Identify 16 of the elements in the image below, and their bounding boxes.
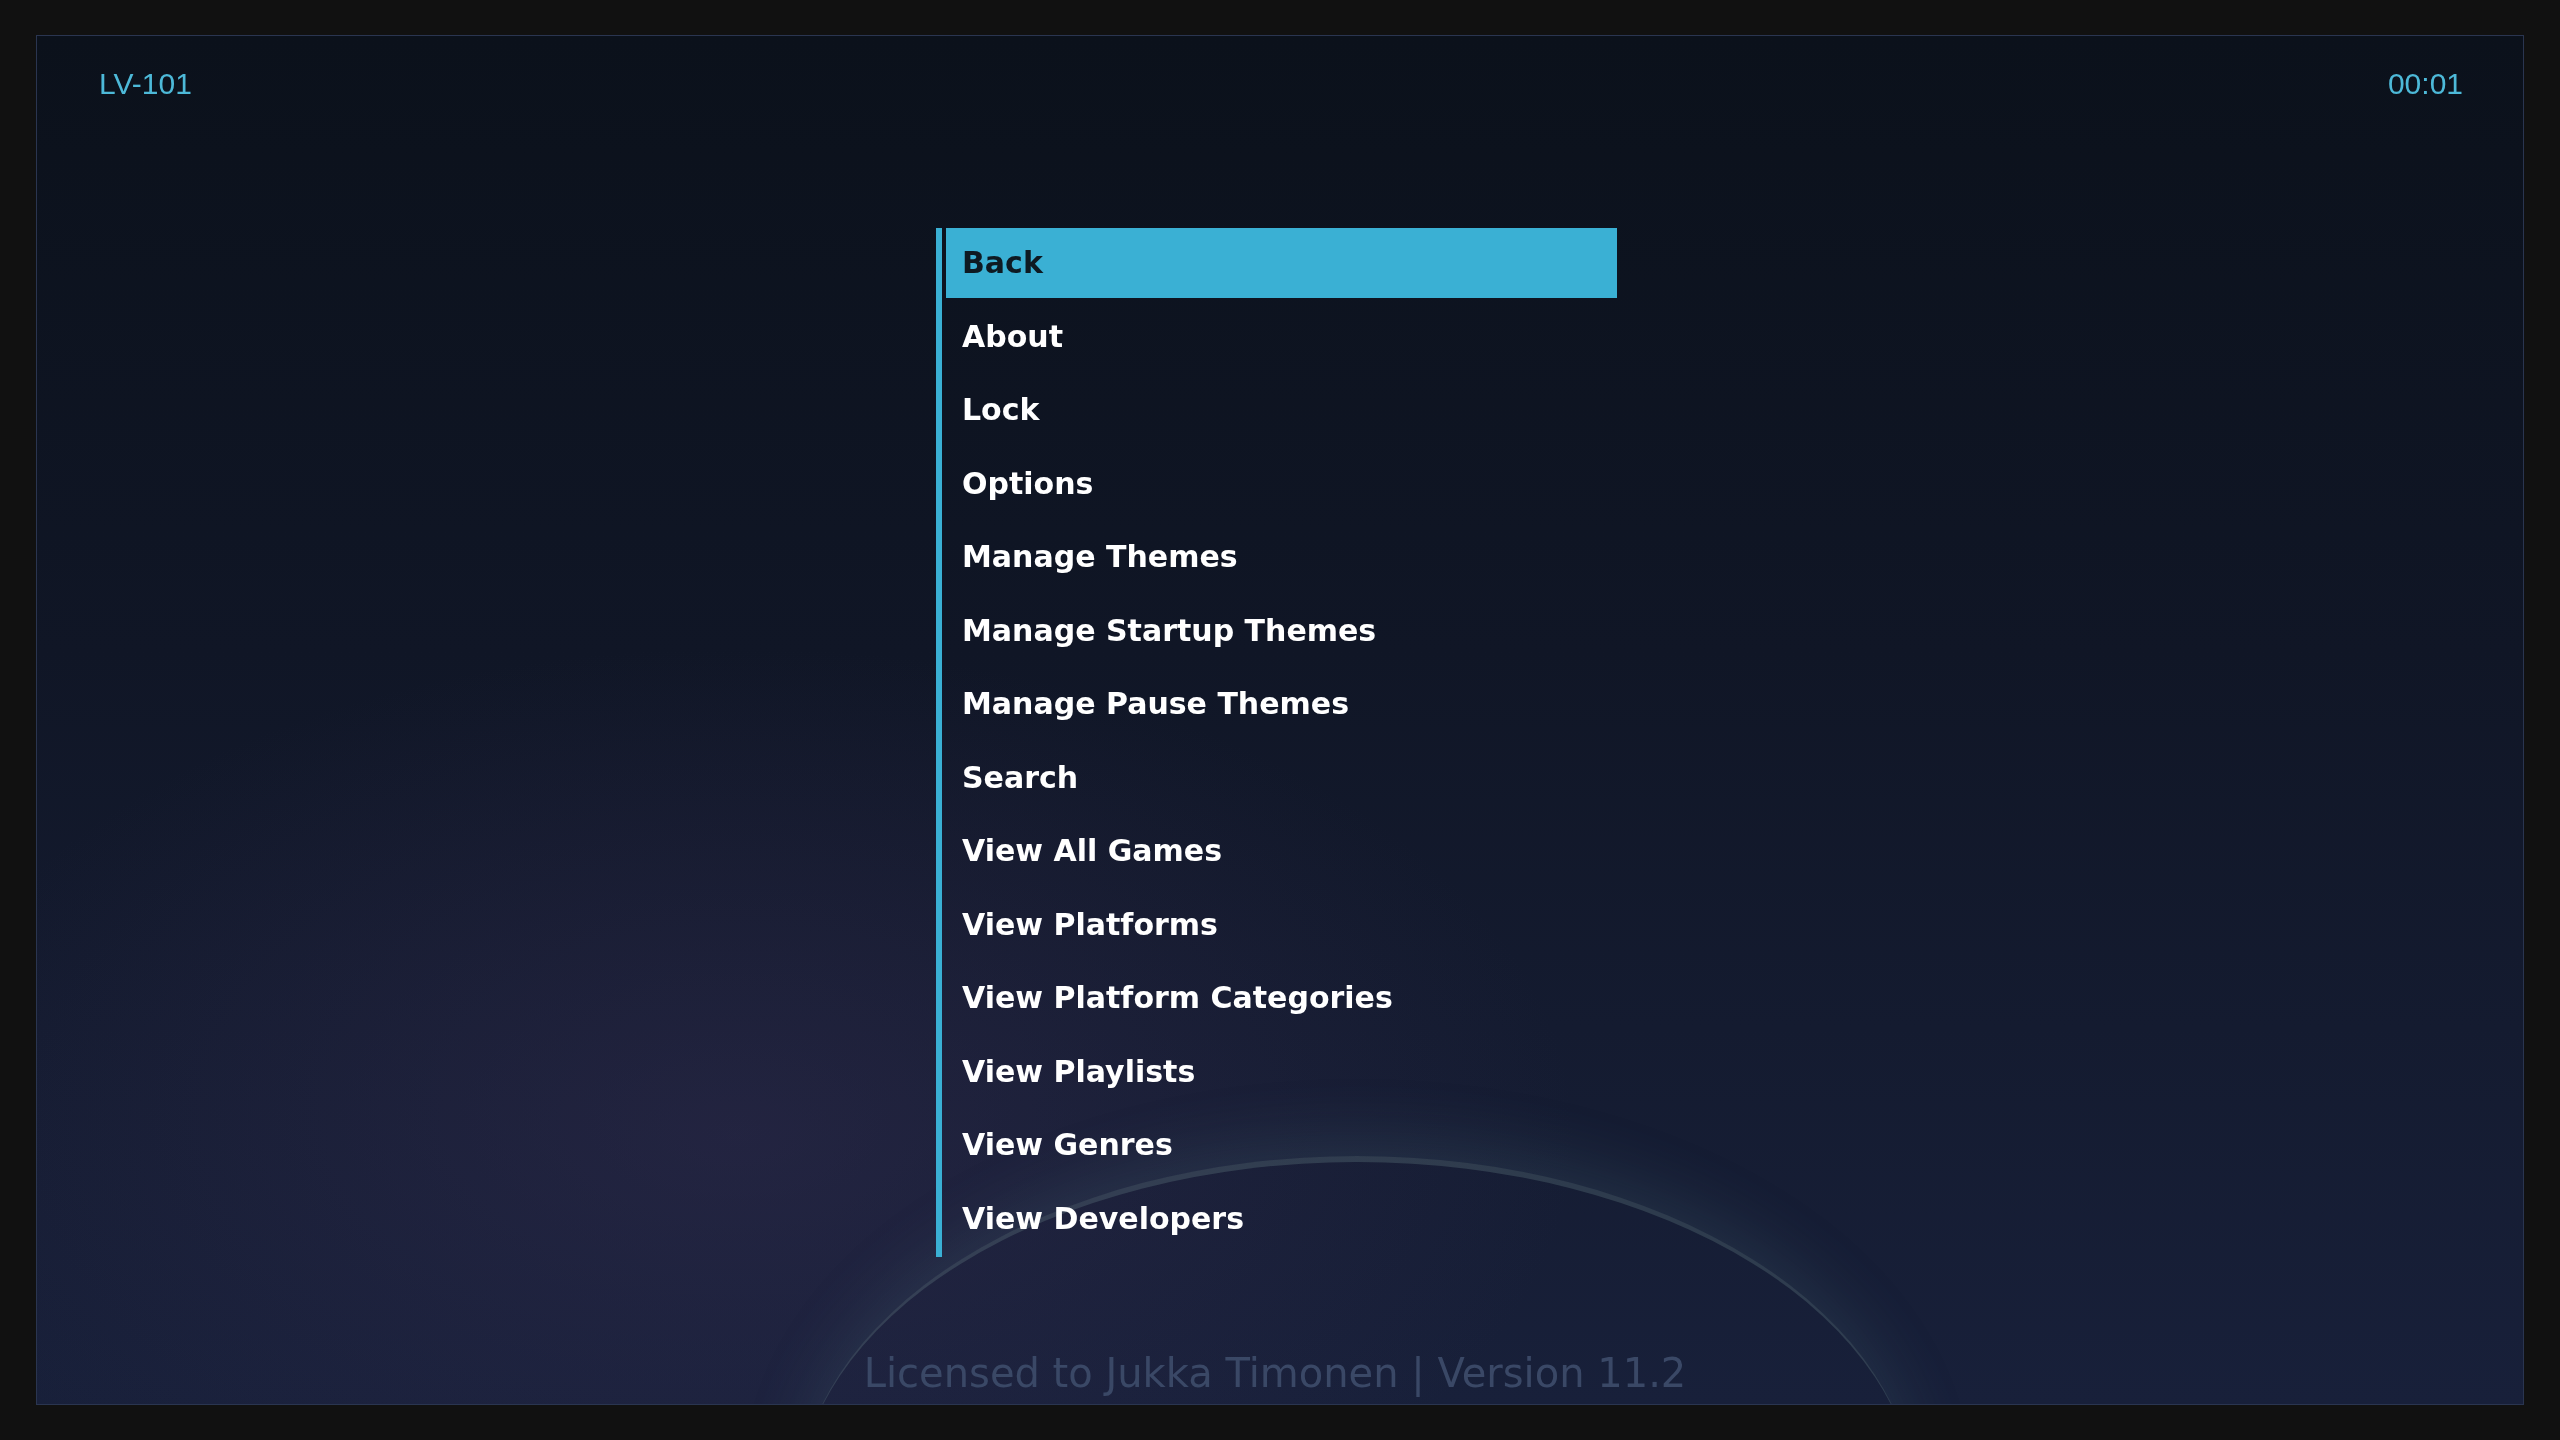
menu-item[interactable]: Options [946, 448, 1617, 522]
menu-item[interactable]: Manage Startup Themes [946, 595, 1617, 669]
menu-item[interactable]: Search [946, 742, 1617, 816]
menu-item[interactable]: Lock [946, 375, 1617, 449]
clock: 00:01 [2387, 66, 2463, 102]
menu-item[interactable]: View Playlists [946, 1036, 1617, 1110]
menu-item[interactable]: View Platform Categories [946, 963, 1617, 1037]
menu-item[interactable]: View Developers [946, 1183, 1617, 1257]
device-name: LV-101 [99, 66, 192, 102]
menu-item[interactable]: About [946, 301, 1617, 375]
menu-item[interactable]: Manage Themes [946, 522, 1617, 596]
menu-item[interactable]: View Genres [946, 1110, 1617, 1184]
menu-item[interactable]: Manage Pause Themes [946, 669, 1617, 743]
menu-item[interactable]: View All Games [946, 816, 1617, 890]
menu-item[interactable]: Back [946, 228, 1617, 298]
menu-item[interactable]: View Platforms [946, 889, 1617, 963]
